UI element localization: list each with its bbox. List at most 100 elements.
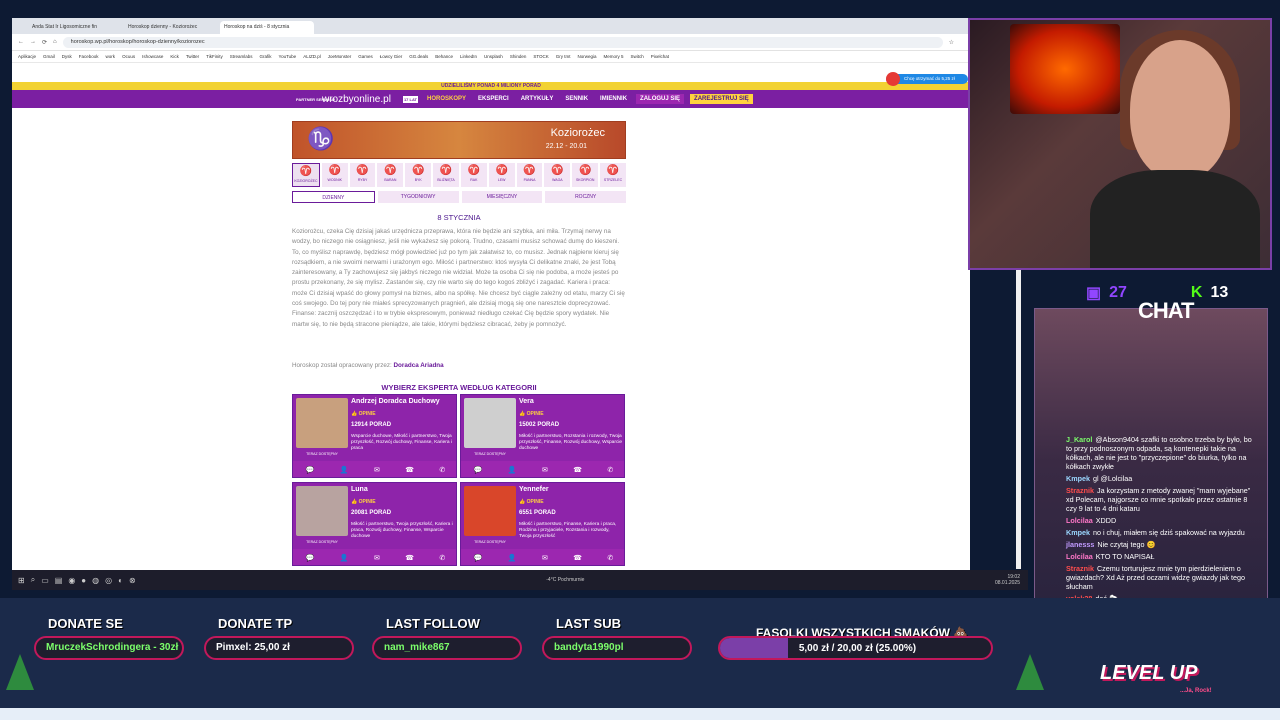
discord-icon[interactable]: ◍ bbox=[92, 576, 99, 585]
chat-username[interactable]: J_Karol bbox=[1066, 435, 1092, 444]
expert-name[interactable]: Luna bbox=[351, 486, 368, 493]
call-icon[interactable]: ✆ bbox=[607, 466, 613, 474]
expert-photo[interactable] bbox=[296, 486, 348, 536]
bookmark-item[interactable]: YouTube bbox=[279, 54, 297, 59]
obs-icon[interactable]: ◎ bbox=[105, 576, 112, 585]
bookmark-item[interactable]: ALIZD.pl bbox=[303, 54, 321, 59]
steam-icon[interactable]: ◐ bbox=[118, 576, 123, 585]
bookmark-item[interactable]: Dysk bbox=[62, 54, 72, 59]
expert-photo[interactable] bbox=[464, 398, 516, 448]
bookmark-item[interactable]: Gry tmt bbox=[556, 54, 571, 59]
expert-name[interactable]: Yennefer bbox=[519, 486, 549, 493]
message-icon[interactable]: ✉ bbox=[374, 554, 380, 562]
bookmark-item[interactable]: Behance bbox=[435, 54, 453, 59]
phone-icon[interactable]: ☎ bbox=[573, 554, 582, 562]
chat-username[interactable]: Lolcilaa bbox=[1066, 516, 1093, 525]
bookmark-item[interactable]: work bbox=[106, 54, 116, 59]
expert-photo[interactable] bbox=[464, 486, 516, 536]
sign-ryby[interactable]: RYBY bbox=[349, 163, 376, 187]
bookmark-item[interactable]: LinkedIn bbox=[460, 54, 477, 59]
nav-horoskopy[interactable]: HOROSKOPY bbox=[424, 94, 469, 104]
call-icon[interactable]: ✆ bbox=[607, 554, 613, 562]
bookmark-item[interactable]: Ocuus bbox=[122, 54, 135, 59]
chat-username[interactable]: Kmpek bbox=[1066, 528, 1090, 537]
expert-card[interactable]: TERAZ DOSTĘPNY Luna 👍 OPINIE 20081 PORAD… bbox=[292, 482, 457, 566]
expert-photo[interactable] bbox=[296, 398, 348, 448]
bookmark-item[interactable]: Memory 5 bbox=[604, 54, 624, 59]
sign-waga[interactable]: WAGA bbox=[544, 163, 571, 187]
sign-bliznieta[interactable]: BLIŹNIĘTA bbox=[433, 163, 459, 187]
bookmark-item[interactable]: Pixelchat bbox=[651, 54, 669, 59]
sign-byk[interactable]: BYK bbox=[405, 163, 432, 187]
start-icon[interactable]: ⊞ bbox=[18, 576, 25, 585]
bookmark-item[interactable]: JoeMonster bbox=[328, 54, 352, 59]
bookmark-item[interactable]: Kick bbox=[170, 54, 179, 59]
message-icon[interactable]: ✉ bbox=[542, 466, 548, 474]
system-clock[interactable]: 19:02 08.01.2025 bbox=[995, 574, 1020, 586]
back-icon[interactable]: ← bbox=[18, 39, 24, 45]
bookmark-item[interactable]: Twitter bbox=[186, 54, 199, 59]
bookmark-item[interactable]: GG.deals bbox=[409, 54, 428, 59]
bookmark-item[interactable]: Grafik bbox=[259, 54, 271, 59]
bookmark-item[interactable]: Facebook bbox=[79, 54, 99, 59]
phone-icon[interactable]: ☎ bbox=[405, 554, 414, 562]
expert-name[interactable]: Andrzej Doradca Duchowy bbox=[351, 398, 440, 405]
nav-artykuly[interactable]: ARTYKUŁY bbox=[518, 94, 557, 104]
chat-icon[interactable]: 💬 bbox=[306, 466, 315, 474]
message-icon[interactable]: ✉ bbox=[542, 554, 548, 562]
taskview-icon[interactable]: ▭ bbox=[41, 576, 49, 585]
chat-username[interactable]: jlanesss bbox=[1066, 540, 1094, 549]
expert-rating[interactable]: 👍 OPINIE bbox=[351, 411, 376, 417]
chat-username[interactable]: Lolcilaa bbox=[1066, 552, 1093, 561]
video-icon[interactable]: 👤 bbox=[340, 554, 349, 562]
weather-widget[interactable]: -4°C Pochmurnie bbox=[546, 577, 584, 583]
tab-tygodniowy[interactable]: TYGODNIOWY bbox=[377, 191, 459, 203]
expert-card[interactable]: TERAZ DOSTĘPNY Andrzej Doradca Duchowy 👍… bbox=[292, 394, 457, 478]
video-icon[interactable]: 👤 bbox=[508, 554, 517, 562]
bookmark-item[interactable]: Shinden bbox=[510, 54, 527, 59]
message-icon[interactable]: ✉ bbox=[374, 466, 380, 474]
home-icon[interactable]: ⌂ bbox=[53, 39, 57, 45]
bookmark-item[interactable]: Gmail bbox=[43, 54, 55, 59]
bookmark-item[interactable]: Switch bbox=[631, 54, 644, 59]
sign-rak[interactable]: RAK bbox=[460, 163, 487, 187]
chat-username[interactable]: Straznik bbox=[1066, 564, 1094, 573]
tab-miesieczny[interactable]: MIESIĘCZNY bbox=[461, 191, 543, 203]
explorer-icon[interactable]: ▤ bbox=[55, 576, 63, 585]
browser-tab-2[interactable]: Horoskop dzienny - Koziorożec bbox=[124, 21, 218, 34]
sign-baran[interactable]: BARAN bbox=[377, 163, 404, 187]
bookmark-item[interactable]: TikFinity bbox=[206, 54, 223, 59]
chat-icon[interactable]: 💬 bbox=[306, 554, 315, 562]
video-icon[interactable]: 👤 bbox=[508, 466, 517, 474]
chrome-icon[interactable]: ◉ bbox=[68, 576, 75, 585]
reload-icon[interactable]: ⟳ bbox=[42, 39, 47, 46]
chat-invite-icon[interactable] bbox=[886, 72, 900, 86]
chat-username[interactable]: Straznik bbox=[1066, 486, 1094, 495]
expert-card[interactable]: TERAZ DOSTĘPNY Yennefer 👍 OPINIE 6551 PO… bbox=[460, 482, 625, 566]
sign-wodnik[interactable]: WODNIK bbox=[321, 163, 348, 187]
phone-icon[interactable]: ☎ bbox=[405, 466, 414, 474]
phone-icon[interactable]: ☎ bbox=[573, 466, 582, 474]
bookmark-item[interactable]: Aplikacje bbox=[18, 54, 36, 59]
spotify-icon[interactable]: ● bbox=[81, 576, 86, 585]
expert-rating[interactable]: 👍 OPINIE bbox=[519, 411, 544, 417]
xbox-icon[interactable]: ⊗ bbox=[129, 576, 136, 585]
expert-card[interactable]: TERAZ DOSTĘPNY Vera 👍 OPINIE 15002 PORAD… bbox=[460, 394, 625, 478]
expert-rating[interactable]: 👍 OPINIE bbox=[351, 499, 376, 505]
tab-dzienny[interactable]: DZIENNY bbox=[292, 191, 375, 203]
bookmark-item[interactable]: Games bbox=[358, 54, 373, 59]
tab-roczny[interactable]: ROCZNY bbox=[545, 191, 626, 203]
sign-skorpion[interactable]: SKORPION bbox=[572, 163, 599, 187]
sign-panna[interactable]: PANNA bbox=[516, 163, 543, 187]
sign-strzelec[interactable]: STRZELEC bbox=[600, 163, 626, 187]
browser-tab-1[interactable]: Anda Stat Ir Ligosomiczne fin bbox=[28, 21, 122, 34]
sign-lew[interactable]: LEW bbox=[488, 163, 515, 187]
nav-sennik[interactable]: SENNIK bbox=[562, 94, 591, 104]
nav-imiennik[interactable]: IMIENNIK bbox=[597, 94, 630, 104]
bookmark-item[interactable]: Unsplash bbox=[484, 54, 503, 59]
site-logo[interactable]: wrozbyonline.pl bbox=[322, 94, 391, 105]
nav-eksperci[interactable]: EKSPERCI bbox=[475, 94, 512, 104]
bookmark-item[interactable]: Ishowcase bbox=[142, 54, 163, 59]
call-icon[interactable]: ✆ bbox=[439, 466, 445, 474]
author-link[interactable]: Doradca Ariadna bbox=[394, 362, 444, 369]
